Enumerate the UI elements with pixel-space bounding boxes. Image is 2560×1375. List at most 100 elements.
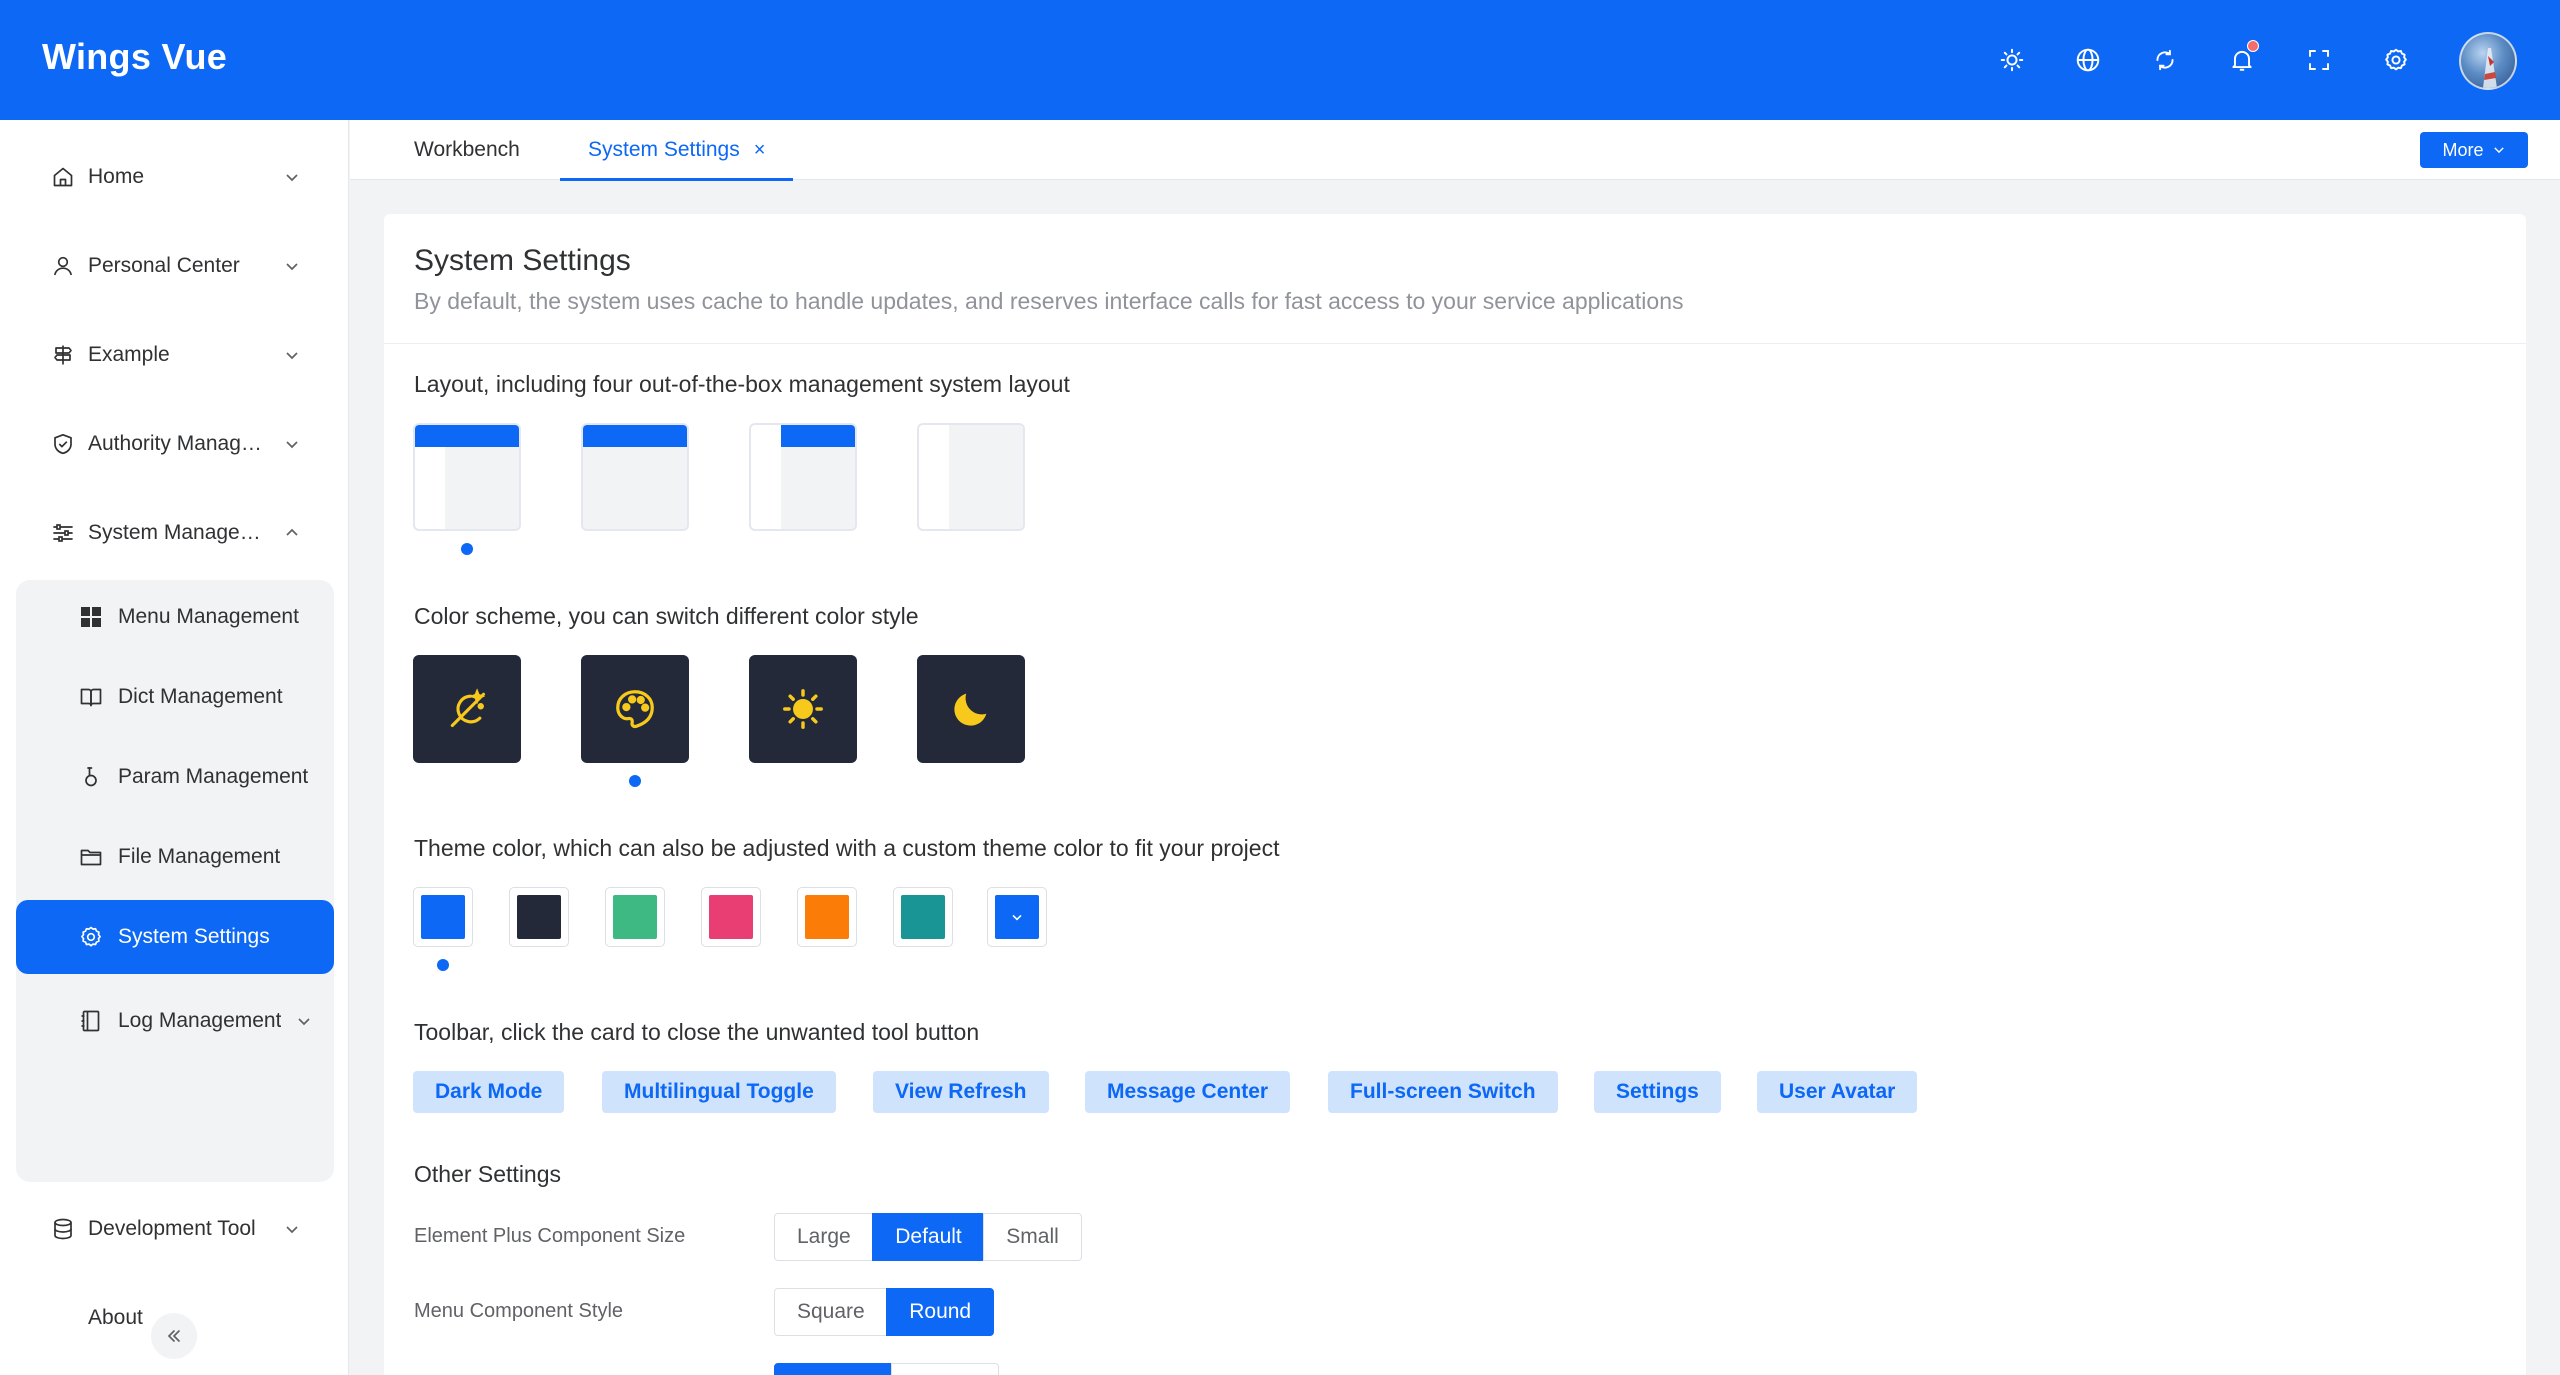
theme-color-green[interactable]	[605, 887, 665, 947]
param-icon	[78, 764, 104, 790]
active-tab-indicator	[560, 178, 794, 181]
toolbar-tag-settings[interactable]: Settings	[1594, 1071, 1721, 1113]
folder-icon	[78, 844, 104, 870]
sidebar-item-system-management[interactable]: System Management	[16, 496, 334, 570]
toolbar-tag-multilingual-toggle[interactable]: Multilingual Toggle	[602, 1071, 836, 1113]
sidebar-item-param-management[interactable]: Param Management	[16, 740, 334, 814]
user-avatar[interactable]	[2459, 32, 2517, 90]
theme-color-navy[interactable]	[509, 887, 569, 947]
sidebar-item-label: Example	[88, 343, 170, 366]
chevron-down-icon	[282, 256, 302, 276]
layout-section-title: Layout, including four out-of-the-box ma…	[414, 371, 1070, 397]
next-setting-option[interactable]	[890, 1363, 999, 1375]
color-scheme-section-title: Color scheme, you can switch different c…	[414, 603, 919, 629]
sun-icon	[780, 686, 826, 732]
gear-icon	[78, 924, 104, 950]
settings-card: System Settings By default, the system u…	[384, 214, 2526, 1375]
sidebar-item-label: Development Tool	[88, 1217, 256, 1240]
color-swatch	[805, 895, 849, 939]
component-size-label: Element Plus Component Size	[414, 1225, 686, 1247]
chevron-down-icon	[1009, 909, 1025, 925]
auto-theme-icon	[445, 687, 489, 731]
sidebar-item-file-management[interactable]: File Management	[16, 820, 334, 894]
sidebar-item-development-tool[interactable]: Development Tool	[16, 1192, 334, 1266]
layout-option-side[interactable]	[917, 423, 1025, 531]
sidebar-item-label: About	[88, 1306, 143, 1329]
sidebar-item-log-management[interactable]: Log Management	[16, 984, 334, 1058]
tab-label: System Settings	[588, 138, 740, 161]
sliders-icon	[50, 520, 76, 546]
layout-selected-indicator	[461, 543, 473, 555]
menu-style-square-button[interactable]: Square	[774, 1288, 888, 1336]
next-setting-option[interactable]	[774, 1363, 892, 1375]
notification-dot	[2247, 40, 2259, 52]
scheme-option-palette[interactable]	[581, 655, 689, 763]
tab-workbench[interactable]: Workbench	[414, 120, 520, 180]
sidebar-item-label: System Management	[88, 521, 270, 544]
sidebar-sub-label: Dict Management	[118, 685, 283, 708]
sidebar-item-menu-management[interactable]: Menu Management	[16, 580, 334, 654]
toolbar-tag-view-refresh[interactable]: View Refresh	[873, 1071, 1049, 1113]
more-button[interactable]: More	[2420, 132, 2528, 168]
sidebar-item-example[interactable]: Example	[16, 318, 334, 392]
theme-color-section-title: Theme color, which can also be adjusted …	[414, 835, 1280, 861]
sidebar: Home Personal Center Example Authority M…	[0, 120, 349, 1375]
size-large-button[interactable]: Large	[774, 1213, 874, 1261]
layout-option-mixed[interactable]	[749, 423, 857, 531]
refresh-icon[interactable]	[2146, 41, 2184, 79]
system-management-submenu: Menu Management Dict Management Param Ma…	[16, 580, 334, 1182]
toolbar-tag-message-center[interactable]: Message Center	[1085, 1071, 1291, 1113]
menu-style-segmented: Square Round	[774, 1288, 995, 1336]
bell-icon[interactable]	[2223, 40, 2261, 79]
collapse-sidebar-button[interactable]	[151, 1313, 197, 1359]
page-description: By default, the system uses cache to han…	[414, 288, 1684, 314]
sidebar-item-authority-management[interactable]: Authority Management	[16, 407, 334, 481]
grid-icon	[78, 604, 104, 630]
user-icon	[50, 253, 76, 279]
theme-color-pink[interactable]	[701, 887, 761, 947]
sidebar-sub-label: System Settings	[118, 925, 270, 948]
theme-color-orange[interactable]	[797, 887, 857, 947]
theme-color-teal[interactable]	[893, 887, 953, 947]
notebook-icon	[78, 1008, 104, 1034]
component-size-segmented: Large Default Small	[774, 1213, 1082, 1261]
chevron-down-icon	[282, 1219, 302, 1239]
toolbar-tag-user-avatar[interactable]: User Avatar	[1757, 1071, 1918, 1113]
home-icon	[50, 164, 76, 190]
toolbar-tag-dark-mode[interactable]: Dark Mode	[413, 1071, 565, 1113]
toolbar-tag-fullscreen-switch[interactable]: Full-screen Switch	[1328, 1071, 1558, 1113]
sidebar-item-home[interactable]: Home	[16, 140, 334, 214]
sidebar-item-system-settings[interactable]: System Settings	[16, 900, 334, 974]
fullscreen-icon[interactable]	[2300, 41, 2338, 79]
chevron-down-icon	[282, 434, 302, 454]
layout-option-top-header[interactable]	[581, 423, 689, 531]
scheme-option-auto[interactable]	[413, 655, 521, 763]
dark-mode-icon[interactable]	[1993, 41, 2031, 79]
custom-color-picker[interactable]	[987, 887, 1047, 947]
menu-style-round-button[interactable]: Round	[886, 1288, 995, 1336]
chevron-down-icon	[282, 345, 302, 365]
close-icon[interactable]: ×	[754, 140, 766, 160]
size-default-button[interactable]: Default	[872, 1213, 985, 1261]
chevron-up-icon	[282, 523, 302, 543]
sidebar-item-dict-management[interactable]: Dict Management	[16, 660, 334, 734]
menu-style-label: Menu Component Style	[414, 1300, 624, 1322]
color-swatch	[901, 895, 945, 939]
chevron-down-icon	[2492, 143, 2506, 157]
size-small-button[interactable]: Small	[983, 1213, 1082, 1261]
scheme-option-light[interactable]	[749, 655, 857, 763]
scheme-option-dark[interactable]	[917, 655, 1025, 763]
layout-option-side-header[interactable]	[413, 423, 521, 531]
sidebar-item-personal-center[interactable]: Personal Center	[16, 229, 334, 303]
theme-color-blue[interactable]	[413, 887, 473, 947]
sidebar-item-label: Home	[88, 165, 145, 188]
globe-icon[interactable]	[2069, 41, 2107, 79]
next-setting-segmented	[774, 1363, 999, 1375]
other-settings-title: Other Settings	[414, 1161, 562, 1187]
tab-label: Workbench	[414, 138, 520, 161]
tabs-bar: Workbench System Settings × More	[350, 120, 2560, 181]
tab-system-settings[interactable]: System Settings ×	[560, 120, 794, 181]
settings-icon[interactable]	[2377, 41, 2415, 79]
sidebar-sub-label: Log Management	[118, 1009, 282, 1032]
chevron-down-icon	[294, 1011, 314, 1031]
